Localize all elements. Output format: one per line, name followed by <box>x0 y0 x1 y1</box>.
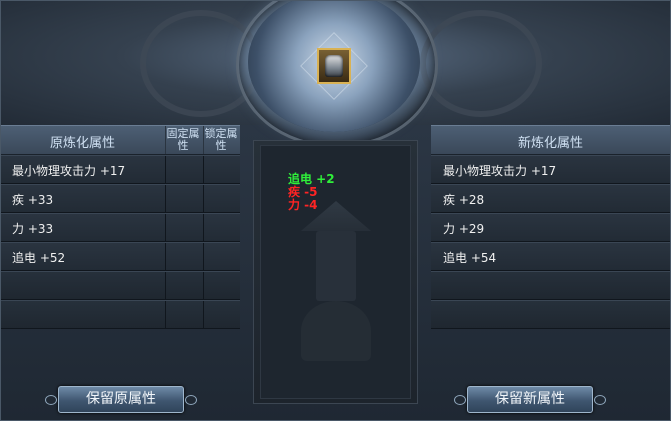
attr-text: 力 +33 <box>12 222 54 236</box>
lock-cell <box>203 272 204 300</box>
armor-icon <box>325 55 343 77</box>
table-row <box>431 300 671 329</box>
fixed-cell[interactable] <box>165 243 166 271</box>
fixed-cell <box>165 301 166 329</box>
attr-text: 力 +29 <box>443 222 485 236</box>
table-row <box>431 271 671 300</box>
center-preview: 追电 +2 疾 -5 力 -4 <box>253 140 418 404</box>
fixed-attr-header: 固定属性 <box>166 127 200 152</box>
lock-cell <box>203 301 204 329</box>
left-title: 原炼化属性 <box>50 136 116 151</box>
attr-text: 追电 +52 <box>12 251 66 265</box>
fixed-cell[interactable] <box>165 185 166 213</box>
attr-text: 疾 +33 <box>12 193 54 207</box>
right-title: 新炼化属性 <box>518 136 584 151</box>
refine-panel: 原炼化属性 固定属性 锁定属性 新炼化属性 最小物理攻击力 +17 疾 +33 … <box>0 0 671 421</box>
fixed-cell[interactable] <box>165 156 166 184</box>
table-row: 疾 +28 <box>431 184 671 213</box>
lock-cell[interactable] <box>203 156 204 184</box>
attr-text: 最小物理攻击力 +17 <box>443 164 557 178</box>
right-header: 新炼化属性 <box>431 125 671 155</box>
fixed-cell <box>165 272 166 300</box>
lock-cell[interactable] <box>203 185 204 213</box>
item-slot[interactable] <box>317 48 351 84</box>
lock-cell[interactable] <box>203 243 204 271</box>
new-attr-table: 最小物理攻击力 +17 疾 +28 力 +29 追电 +54 <box>431 155 671 329</box>
table-row: 最小物理攻击力 +17 <box>0 155 240 184</box>
table-row: 最小物理攻击力 +17 <box>431 155 671 184</box>
lock-attr-header: 锁定属性 <box>204 127 238 152</box>
attr-text: 疾 +28 <box>443 193 485 207</box>
attr-text: 最小物理攻击力 +17 <box>12 164 126 178</box>
right-wing-ornament <box>420 10 542 117</box>
table-row: 力 +29 <box>431 213 671 242</box>
lantern-base <box>301 301 371 361</box>
preview-area <box>260 145 411 399</box>
table-row: 力 +33 <box>0 213 240 242</box>
table-row <box>0 300 240 329</box>
fixed-cell[interactable] <box>165 214 166 242</box>
table-row: 追电 +54 <box>431 242 671 271</box>
keep-original-button[interactable]: 保留原属性 <box>45 386 197 413</box>
lock-cell[interactable] <box>203 214 204 242</box>
original-attr-table: 最小物理攻击力 +17 疾 +33 力 +33 追电 +52 <box>0 155 240 329</box>
keep-new-button[interactable]: 保留新属性 <box>454 386 606 413</box>
left-header: 原炼化属性 固定属性 锁定属性 <box>0 125 240 155</box>
table-row: 追电 +52 <box>0 242 240 271</box>
lantern-body <box>316 231 356 301</box>
diff-line: 力 -4 <box>288 198 318 212</box>
table-row <box>0 271 240 300</box>
table-row: 疾 +33 <box>0 184 240 213</box>
attr-text: 追电 +54 <box>443 251 497 265</box>
